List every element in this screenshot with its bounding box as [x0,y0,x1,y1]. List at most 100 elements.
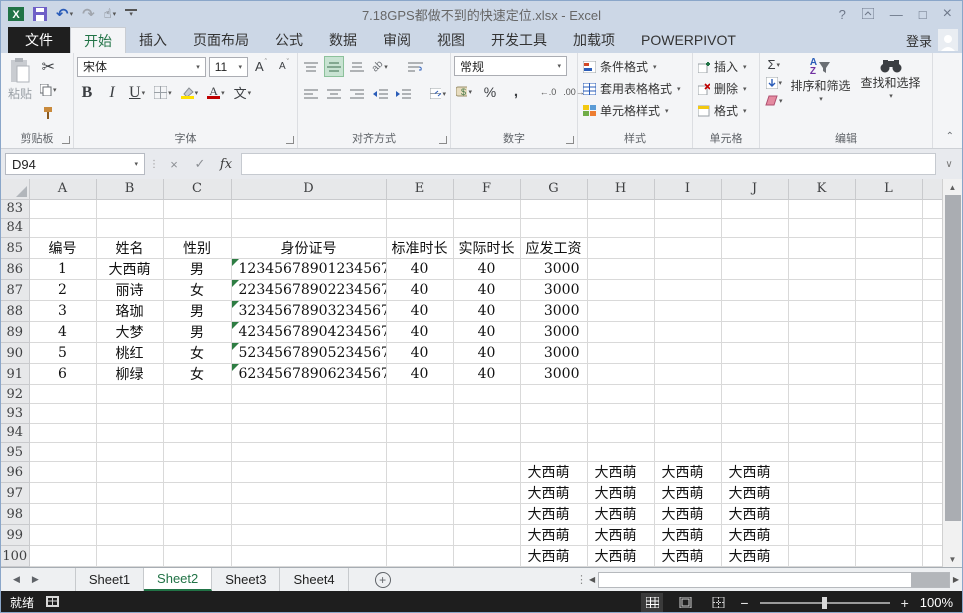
sheet-tab-sheet2[interactable]: Sheet2 [144,568,212,591]
cell[interactable] [386,199,453,218]
vertical-scrollbar[interactable]: ▲ ▼ [942,179,962,567]
cell[interactable]: 大西萌 [721,462,788,483]
cell[interactable] [721,322,788,343]
undo-button[interactable]: ↶▾ [56,5,73,23]
sort-filter-button[interactable]: AZ 排序和筛选 ▾ [787,56,855,105]
tab-review[interactable]: 审阅 [370,27,424,53]
cell[interactable]: 40 [453,343,520,364]
cell[interactable] [855,343,922,364]
insert-cells-button[interactable]: 插入▾ [696,56,756,77]
zoom-in-button[interactable]: + [901,595,909,611]
maximize-button[interactable]: □ [919,7,927,22]
cell[interactable]: 女 [163,364,231,385]
column-header-B[interactable]: B [96,179,163,199]
redo-button[interactable]: ↷ [82,5,95,23]
cell[interactable]: 女 [163,280,231,301]
cell[interactable] [163,423,231,442]
cell[interactable]: 40 [386,280,453,301]
row-header-87[interactable]: 87 [1,280,29,301]
accounting-format-button[interactable]: $▾ [454,81,474,102]
cell[interactable] [386,423,453,442]
bottom-align-button[interactable] [347,56,367,77]
cell[interactable] [587,404,654,423]
zoom-level[interactable]: 100% [920,595,953,610]
format-painter-button[interactable] [38,102,59,123]
cell[interactable] [29,423,96,442]
page-break-view-button[interactable] [707,593,729,612]
cell[interactable]: 大西萌 [721,483,788,504]
cell[interactable] [855,423,922,442]
cell[interactable]: 大西萌 [654,504,721,525]
horizontal-scrollbar[interactable]: ◀ ▶ [589,571,959,588]
cell[interactable]: 40 [453,364,520,385]
cell[interactable]: 大西萌 [721,546,788,567]
cell[interactable]: 大西萌 [654,525,721,546]
cell[interactable] [29,218,96,237]
cell[interactable] [587,343,654,364]
row-header-90[interactable]: 90 [1,343,29,364]
align-right-button[interactable] [347,83,367,104]
column-header-M[interactable] [922,179,942,199]
cell[interactable] [855,385,922,404]
save-button[interactable] [33,7,47,21]
tab-page-layout[interactable]: 页面布局 [180,27,262,53]
cell[interactable]: 大西萌 [587,462,654,483]
borders-button[interactable]: ▾ [152,82,174,103]
cell[interactable]: 大西萌 [587,546,654,567]
cell[interactable]: 大西萌 [96,259,163,280]
cell[interactable] [386,525,453,546]
cell[interactable] [96,546,163,567]
cell[interactable] [922,218,942,237]
fill-button[interactable]: ▾ [763,74,785,91]
row-header-92[interactable]: 92 [1,385,29,404]
cell[interactable]: 男 [163,259,231,280]
format-cells-button[interactable]: 格式▾ [696,100,756,121]
comma-style-button[interactable]: , [506,81,526,102]
cell[interactable]: 大西萌 [520,525,587,546]
vertical-scroll-thumb[interactable] [945,195,961,521]
cell[interactable] [163,385,231,404]
scroll-up-icon[interactable]: ▲ [943,179,962,195]
cell[interactable] [231,442,386,461]
cell[interactable] [386,385,453,404]
select-all-corner[interactable] [1,179,29,199]
grow-font-button[interactable]: Aˆ [251,56,271,77]
cell[interactable] [96,462,163,483]
cell[interactable]: 大西萌 [587,525,654,546]
next-sheet-icon[interactable]: ▶ [32,574,39,585]
cell[interactable] [587,199,654,218]
cell[interactable] [96,423,163,442]
cell[interactable] [922,442,942,461]
cell[interactable] [721,199,788,218]
copy-button[interactable]: ▾ [38,79,59,100]
zoom-slider[interactable] [760,602,890,604]
cell[interactable] [788,385,855,404]
cell[interactable] [231,423,386,442]
cell[interactable] [855,322,922,343]
cell[interactable] [855,525,922,546]
delete-cells-button[interactable]: 删除▾ [696,78,756,99]
column-header-K[interactable]: K [788,179,855,199]
column-header-D[interactable]: D [231,179,386,199]
cell[interactable] [855,404,922,423]
cell[interactable] [29,525,96,546]
decrease-indent-button[interactable] [370,83,390,104]
collapse-ribbon-button[interactable]: ⌃ [946,131,954,142]
cell[interactable] [453,442,520,461]
font-size-combo[interactable]: 11▾ [209,57,248,77]
cell[interactable] [788,343,855,364]
cell[interactable]: 523456789052345678 [231,343,386,364]
conditional-formatting-button[interactable]: 条件格式▾ [581,56,689,77]
top-align-button[interactable] [301,56,321,77]
help-button[interactable]: ? [839,7,846,22]
bold-button[interactable]: B [77,82,97,103]
cell[interactable] [163,546,231,567]
cell[interactable] [386,404,453,423]
cell[interactable] [231,218,386,237]
cell[interactable] [788,483,855,504]
phonetic-guide-button[interactable]: 文▾ [232,82,254,103]
cell[interactable] [922,301,942,322]
cell[interactable]: 40 [453,301,520,322]
cell[interactable] [587,364,654,385]
insert-function-button[interactable]: fx [215,157,237,172]
